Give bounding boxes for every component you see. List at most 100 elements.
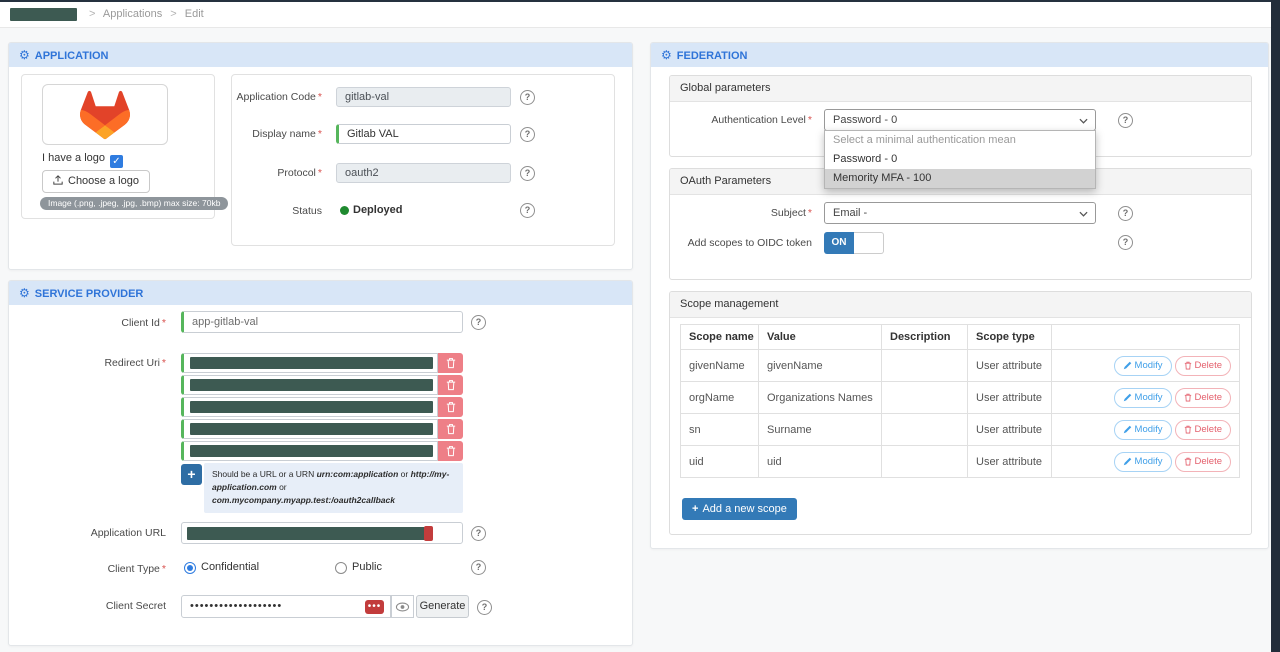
delete-uri-button[interactable]: [438, 375, 463, 395]
help-icon[interactable]: ?: [477, 600, 492, 615]
delete-button[interactable]: Delete: [1175, 388, 1231, 408]
add-scopes-toggle[interactable]: ON: [824, 232, 884, 254]
cell-description: [882, 382, 968, 414]
password-manager-icon[interactable]: •••: [365, 600, 384, 614]
application-code-input[interactable]: gitlab-val: [336, 87, 511, 107]
gitlab-logo-icon: [69, 89, 141, 141]
client-type-confidential-radio[interactable]: [184, 562, 196, 574]
page: > Applications > Edit ⚙APPLICATION I hav…: [0, 0, 1280, 652]
subject-label: Subject*: [680, 207, 812, 219]
help-icon[interactable]: ?: [1118, 206, 1133, 221]
col-value: Value: [759, 325, 882, 350]
delete-button[interactable]: Delete: [1175, 452, 1231, 472]
delete-uri-button[interactable]: [438, 419, 463, 439]
cell-scope-name: sn: [681, 414, 759, 446]
breadcrumb-item-edit: Edit: [185, 8, 204, 20]
protocol-input[interactable]: oauth2: [336, 163, 511, 183]
page-scrollbar[interactable]: [1271, 0, 1280, 652]
password-manager-icon: [424, 526, 433, 541]
dropdown-option[interactable]: Password - 0: [825, 150, 1095, 169]
client-type-public-label[interactable]: Public: [352, 561, 382, 573]
redirect-uri-label: Redirect Uri*: [29, 357, 166, 369]
col-scope-type: Scope type: [968, 325, 1052, 350]
scope-management-title: Scope management: [670, 292, 1251, 318]
dropdown-option-highlighted[interactable]: Memority MFA - 100: [825, 169, 1095, 188]
modify-button[interactable]: Modify: [1114, 388, 1172, 408]
table-row: sn Surname User attribute ModifyDelete: [681, 414, 1240, 446]
redirect-uri-input[interactable]: [181, 419, 438, 439]
reveal-secret-button[interactable]: [391, 595, 414, 618]
modify-button[interactable]: Modify: [1114, 420, 1172, 440]
modify-button[interactable]: Modify: [1114, 356, 1172, 376]
help-icon[interactable]: ?: [471, 526, 486, 541]
service-provider-panel-title: SERVICE PROVIDER: [35, 288, 144, 300]
application-panel-header: ⚙APPLICATION: [9, 43, 632, 67]
application-url-input[interactable]: [181, 522, 463, 544]
trash-icon: [446, 401, 456, 413]
authentication-level-select[interactable]: Password - 0: [824, 109, 1096, 131]
redirect-uri-input[interactable]: [181, 353, 438, 373]
cell-actions: ModifyDelete: [1052, 350, 1240, 382]
dropdown-option[interactable]: Select a minimal authentication mean: [825, 131, 1095, 150]
help-icon[interactable]: ?: [471, 315, 486, 330]
cell-scope-type: User attribute: [968, 414, 1052, 446]
delete-uri-button[interactable]: [438, 397, 463, 417]
client-type-public-radio[interactable]: [335, 562, 347, 574]
status-value: Deployed: [353, 204, 403, 216]
breadcrumb-item-applications[interactable]: Applications: [103, 8, 162, 20]
have-logo-checkbox[interactable]: ✓: [110, 155, 123, 168]
choose-logo-button[interactable]: Choose a logo: [42, 170, 150, 193]
redacted-uri-value: [190, 401, 433, 413]
breadcrumb-separator-icon: >: [170, 8, 176, 20]
gear-icon: ⚙: [19, 286, 30, 300]
redirect-uri-row: [181, 375, 471, 395]
display-name-input[interactable]: Gitlab VAL: [336, 124, 511, 144]
trash-icon: [1184, 425, 1192, 434]
breadcrumb: > Applications > Edit: [84, 8, 204, 20]
delete-uri-button[interactable]: [438, 441, 463, 461]
cell-description: [882, 414, 968, 446]
federation-panel-title: FEDERATION: [677, 50, 748, 62]
redirect-uri-input[interactable]: [181, 397, 438, 417]
help-icon[interactable]: ?: [1118, 113, 1133, 128]
status-deployed-dot: [340, 206, 349, 215]
have-logo-label: I have a logo: [42, 152, 105, 164]
redacted-uri-value: [190, 445, 433, 457]
client-secret-input[interactable]: ••••••••••••••••••• •••: [181, 595, 391, 618]
trash-icon: [446, 357, 456, 369]
add-scopes-label: Add scopes to OIDC token: [680, 237, 812, 249]
cell-description: [882, 350, 968, 382]
help-icon[interactable]: ?: [471, 560, 486, 575]
modify-button[interactable]: Modify: [1114, 452, 1172, 472]
trash-icon: [1184, 361, 1192, 370]
breadcrumb-separator-icon: >: [89, 8, 95, 20]
subject-select[interactable]: Email -: [824, 202, 1096, 224]
help-icon[interactable]: ?: [1118, 235, 1133, 250]
generate-secret-button[interactable]: Generate: [416, 595, 469, 618]
help-icon[interactable]: ?: [520, 127, 535, 142]
gear-icon: ⚙: [19, 48, 30, 62]
delete-button[interactable]: Delete: [1175, 420, 1231, 440]
upload-icon: [53, 175, 63, 185]
redirect-uri-input[interactable]: [181, 441, 438, 461]
logo-card: I have a logo✓ Choose a logo Image (.png…: [21, 74, 215, 219]
cell-scope-type: User attribute: [968, 446, 1052, 478]
add-new-scope-button[interactable]: +Add a new scope: [682, 498, 797, 520]
delete-uri-button[interactable]: [438, 353, 463, 373]
display-name-label: Display name*: [232, 128, 322, 140]
redirect-uri-row: [181, 419, 471, 439]
help-icon[interactable]: ?: [520, 166, 535, 181]
cell-value: uid: [759, 446, 882, 478]
redirect-uri-row: [181, 441, 471, 461]
help-icon[interactable]: ?: [520, 90, 535, 105]
add-redirect-uri-button[interactable]: +: [181, 464, 202, 485]
brand-logo-redacted[interactable]: [10, 8, 77, 21]
client-type-confidential-label[interactable]: Confidential: [201, 561, 259, 573]
help-icon[interactable]: ?: [520, 203, 535, 218]
application-code-label: Application Code*: [232, 91, 322, 103]
redacted-uri-value: [190, 423, 433, 435]
redirect-uri-input[interactable]: [181, 375, 438, 395]
plus-icon: +: [692, 503, 698, 515]
delete-button[interactable]: Delete: [1175, 356, 1231, 376]
client-id-input[interactable]: app-gitlab-val: [181, 311, 463, 333]
